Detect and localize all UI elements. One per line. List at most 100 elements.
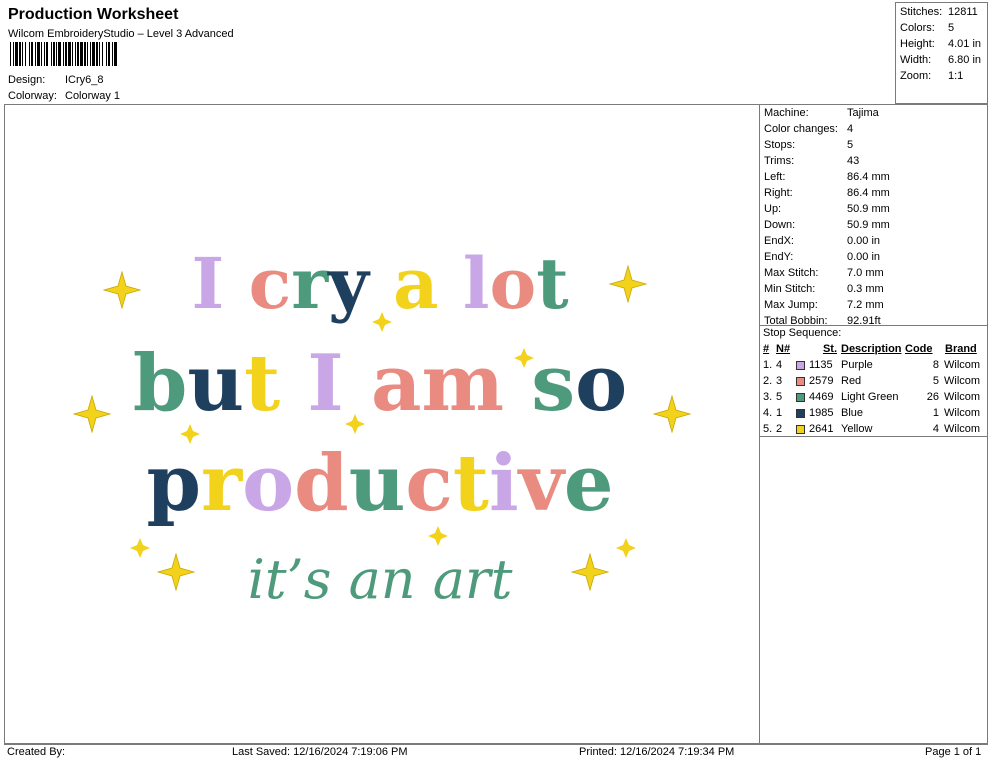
stop-sequence-table: # N# St. Description Code Brand 1. 4 1135 Purple 8…: [759, 343, 988, 437]
color-swatch: [796, 409, 805, 418]
machine-info-value: 43: [847, 155, 860, 167]
color-swatch: [796, 361, 805, 370]
machine-info-value: 0.00 in: [847, 235, 881, 247]
cell-brand: Wilcom: [944, 375, 981, 387]
page-title: Production Worksheet: [8, 6, 179, 23]
cell-st: 1985: [809, 407, 834, 419]
cell-num: 4.: [763, 407, 773, 419]
created-by: Created By:: [7, 746, 66, 758]
cell-code: 8: [932, 359, 939, 371]
machine-info-value: Tajima: [847, 107, 879, 119]
cell-st: 2579: [809, 375, 834, 387]
design-value: ICry6_8: [65, 74, 104, 86]
color-swatch: [796, 377, 805, 386]
page-number: Page 1 of 1: [925, 746, 982, 758]
width-label: Width:: [900, 54, 932, 66]
cell-st: 2641: [809, 423, 834, 435]
column-header: N#: [776, 343, 791, 355]
column-header: #: [763, 343, 770, 355]
color-swatch: [796, 393, 805, 402]
machine-info-label: Left:: [764, 171, 786, 183]
design-line-3: productive: [146, 438, 613, 529]
machine-info-value: 50.9 mm: [847, 219, 890, 231]
machine-info-label: Trims:: [764, 155, 795, 167]
cell-st: 1135: [809, 359, 833, 371]
printed-date: Printed: 12/16/2024 7:19:34 PM: [579, 746, 735, 758]
cell-brand: Wilcom: [944, 391, 981, 403]
machine-info-value: 7.2 mm: [847, 299, 884, 311]
machine-info-value: 7.0 mm: [847, 267, 884, 279]
design-line-2: but I am so: [133, 338, 627, 429]
machine-info-label: Down:: [764, 219, 796, 231]
last-saved: Last Saved: 12/16/2024 7:19:06 PM: [232, 746, 408, 758]
cell-code: 26: [926, 391, 939, 403]
zoom-label: Zoom:: [900, 70, 932, 82]
info-divider: [759, 325, 988, 326]
cell-desc: Red: [841, 375, 862, 387]
cell-n: 4: [776, 359, 783, 371]
machine-info-value: 86.4 mm: [847, 171, 890, 183]
table-row: 4. 1 1985 Blue 1 Wilcom: [759, 407, 988, 421]
cell-code: 4: [932, 423, 939, 435]
cell-desc: Yellow: [841, 423, 873, 435]
colors-label: Colors:: [900, 22, 935, 34]
machine-info-label: Up:: [764, 203, 782, 215]
table-row: 1. 4 1135 Purple 8 Wilcom: [759, 359, 988, 373]
cell-st: 4469: [809, 391, 834, 403]
cell-n: 5: [776, 391, 783, 403]
software-name: Wilcom EmbroideryStudio – Level 3 Advanc…: [8, 28, 234, 40]
machine-info-label: Stops:: [764, 139, 796, 151]
cell-n: 3: [776, 375, 783, 387]
cell-code: 1: [932, 407, 939, 419]
machine-info-label: Color changes:: [764, 123, 838, 135]
top-stats-panel: Stitches: 12811 Colors: 5 Height: 4.01 i…: [895, 2, 988, 104]
machine-info-label: EndY:: [764, 251, 794, 263]
column-header: Description: [841, 343, 902, 355]
cell-desc: Light Green: [841, 391, 899, 403]
machine-info-value: 5: [847, 139, 854, 151]
cell-num: 1.: [763, 359, 773, 371]
table-row: 3. 5 4469 Light Green 26 Wilcom: [759, 391, 988, 405]
stitches-label: Stitches:: [900, 6, 943, 18]
cell-n: 2: [776, 423, 783, 435]
machine-info-label: EndX:: [764, 235, 794, 247]
height-label: Height:: [900, 38, 935, 50]
cell-num: 5.: [763, 423, 773, 435]
cell-brand: Wilcom: [944, 359, 981, 371]
colorway-label: Colorway:: [8, 90, 57, 102]
stop-sequence-heading: Stop Sequence:: [763, 327, 842, 339]
machine-info-label: Min Stitch:: [764, 283, 816, 295]
design-line-4: it’s an art: [248, 548, 513, 611]
cell-code: 5: [932, 375, 939, 387]
stitches-value: 12811: [948, 6, 978, 18]
cell-num: 3.: [763, 391, 773, 403]
machine-info-value: 86.4 mm: [847, 187, 890, 199]
cell-num: 2.: [763, 375, 773, 387]
table-row: 2. 3 2579 Red 5 Wilcom: [759, 375, 988, 389]
cell-n: 1: [776, 407, 783, 419]
machine-info-label: Machine:: [764, 107, 809, 119]
colors-value: 5: [948, 22, 955, 34]
machine-info-label: Max Stitch:: [764, 267, 819, 279]
design-label: Design:: [8, 74, 46, 86]
barcode: [10, 42, 117, 66]
design-line-1: I cry a lot: [191, 242, 568, 325]
height-value: 4.01 in: [948, 38, 982, 50]
machine-info-value: 50.9 mm: [847, 203, 890, 215]
machine-info-value: 4: [847, 123, 854, 135]
machine-info-value: 92.91ft: [847, 315, 881, 327]
table-row: 5. 2 2641 Yellow 4 Wilcom: [759, 423, 988, 437]
embroidery-artwork: I cry a lot but I am so productive it’s …: [72, 242, 692, 611]
color-swatch: [796, 425, 805, 434]
machine-info-value: 0.00 in: [847, 251, 881, 263]
footer: Created By: Last Saved: 12/16/2024 7:19:…: [4, 744, 988, 761]
cell-desc: Blue: [841, 407, 864, 419]
cell-brand: Wilcom: [944, 407, 981, 419]
machine-info-label: Max Jump:: [764, 299, 818, 311]
colorway-value: Colorway 1: [65, 90, 121, 102]
machine-info-value: 0.3 mm: [847, 283, 884, 295]
column-header: Brand: [945, 343, 977, 355]
cell-brand: Wilcom: [944, 423, 981, 435]
machine-info-label: Right:: [764, 187, 793, 199]
column-header: St.: [822, 343, 837, 355]
